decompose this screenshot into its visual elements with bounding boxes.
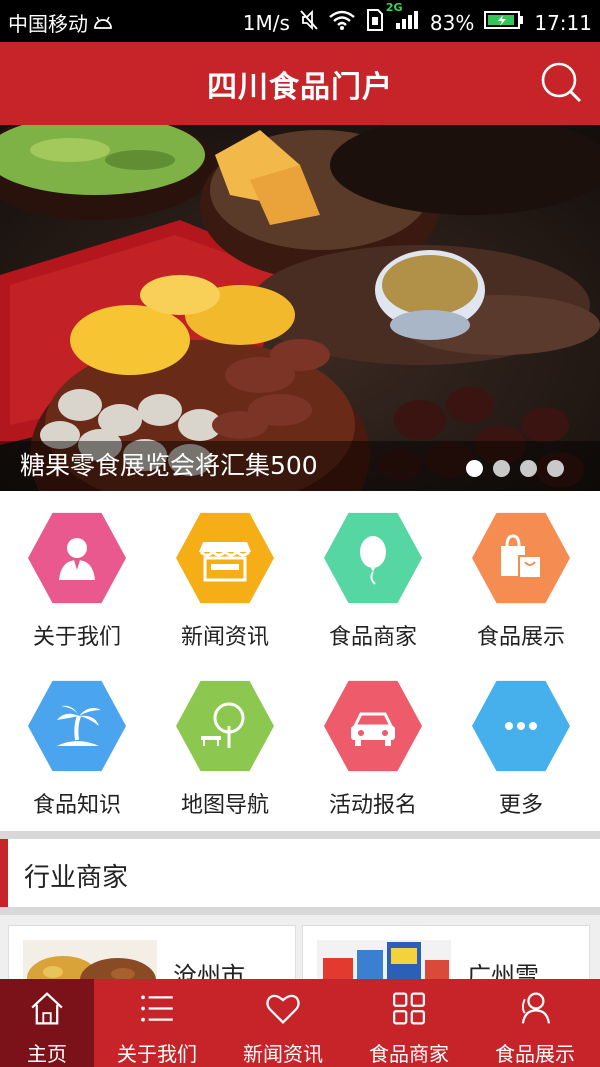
grid-item-events[interactable]: 活动报名 <box>298 659 448 829</box>
users-icon <box>521 992 551 1024</box>
heart-icon <box>266 994 300 1025</box>
status-bar: 中国移动 1M/s 2G 83% 17:11 <box>0 0 600 42</box>
section-title: 行业商家 <box>24 863 129 893</box>
carousel-indicator <box>466 460 564 477</box>
grid-item-label: 食品知识 <box>32 793 121 818</box>
clock: 17:11 <box>534 10 592 35</box>
android-icon <box>92 11 114 35</box>
grid-item-merchants[interactable]: 食品商家 <box>298 491 448 661</box>
battery-icon <box>484 9 524 36</box>
status-left: 中国移动 <box>8 8 114 37</box>
grid-item-knowledge[interactable]: 食品知识 <box>2 659 152 829</box>
grid-item-showcase[interactable]: 食品展示 <box>446 491 596 661</box>
banner-caption: 糖果零食展览会将汇集500 <box>20 451 318 480</box>
grid-item-about-us[interactable]: 关于我们 <box>2 491 152 661</box>
mute-icon <box>300 9 318 36</box>
home-icon <box>31 992 63 1025</box>
palm-island-icon <box>28 680 126 772</box>
tab-label: 关于我们 <box>117 1042 197 1066</box>
banner-image <box>0 125 600 491</box>
page-title: 四川食品门户 <box>207 69 393 105</box>
tab-label: 主页 <box>27 1042 67 1066</box>
grid-item-more[interactable]: 更多 <box>446 659 596 829</box>
more-dots-icon <box>472 680 570 772</box>
divider <box>0 831 600 839</box>
merchant-list: 沧州市... 广州雪... <box>0 915 600 1005</box>
wifi-icon <box>328 9 356 36</box>
shopping-bags-icon <box>472 512 570 604</box>
grid-item-news[interactable]: 新闻资讯 <box>150 491 300 661</box>
signal-icon: 2G <box>386 1 420 36</box>
tab-showcase[interactable]: 食品展示 <box>472 979 598 1067</box>
bottom-tab-bar: 主页 关于我们 新闻资讯 食品商家 食品展示 <box>0 979 600 1067</box>
search-button[interactable] <box>538 60 586 108</box>
section-accent-bar <box>0 839 8 907</box>
grid-item-label: 食品商家 <box>328 625 417 650</box>
sim-icon <box>366 8 384 37</box>
battery-percent: 83% <box>429 10 475 35</box>
tab-label: 食品展示 <box>495 1042 575 1066</box>
carousel-dot[interactable] <box>493 460 510 477</box>
storefront-icon <box>176 512 274 604</box>
tab-label: 新闻资讯 <box>243 1042 323 1066</box>
feature-grid: 关于我们 新闻资讯 食品商家 食品展示 食品知识 地图导航 活动报名 更多 <box>0 491 600 831</box>
carousel-dot[interactable] <box>520 460 537 477</box>
grid-item-map[interactable]: 地图导航 <box>150 659 300 829</box>
divider <box>0 907 600 915</box>
car-icon <box>324 680 422 772</box>
grid-icon <box>393 992 425 1025</box>
grid-item-label: 活动报名 <box>328 793 417 818</box>
person-icon <box>28 512 126 604</box>
grid-item-label: 更多 <box>498 793 543 818</box>
banner-carousel[interactable]: 糖果零食展览会将汇集500 <box>0 125 600 491</box>
carousel-dot[interactable] <box>466 460 483 477</box>
grid-item-label: 地图导航 <box>180 793 269 818</box>
tab-merchants[interactable]: 食品商家 <box>346 979 472 1067</box>
list-icon <box>141 995 173 1022</box>
tab-label: 食品商家 <box>369 1042 449 1066</box>
app-header: 四川食品门户 <box>0 42 600 125</box>
status-right: 1M/s 2G 83% 17:11 <box>242 1 592 37</box>
grid-item-label: 新闻资讯 <box>180 625 269 650</box>
grid-item-label: 食品展示 <box>476 625 565 650</box>
network-speed: 1M/s <box>242 10 290 35</box>
search-icon <box>541 62 582 103</box>
section-header: 行业商家 <box>0 839 600 907</box>
tab-home[interactable]: 主页 <box>0 979 94 1067</box>
tab-news[interactable]: 新闻资讯 <box>220 979 346 1067</box>
balloon-icon <box>324 512 422 604</box>
carrier-name: 中国移动 <box>8 12 88 36</box>
tree-bench-icon <box>176 680 274 772</box>
tab-about-us[interactable]: 关于我们 <box>94 979 220 1067</box>
carousel-dot[interactable] <box>547 460 564 477</box>
network-type: 2G <box>385 1 403 14</box>
grid-item-label: 关于我们 <box>32 625 121 650</box>
